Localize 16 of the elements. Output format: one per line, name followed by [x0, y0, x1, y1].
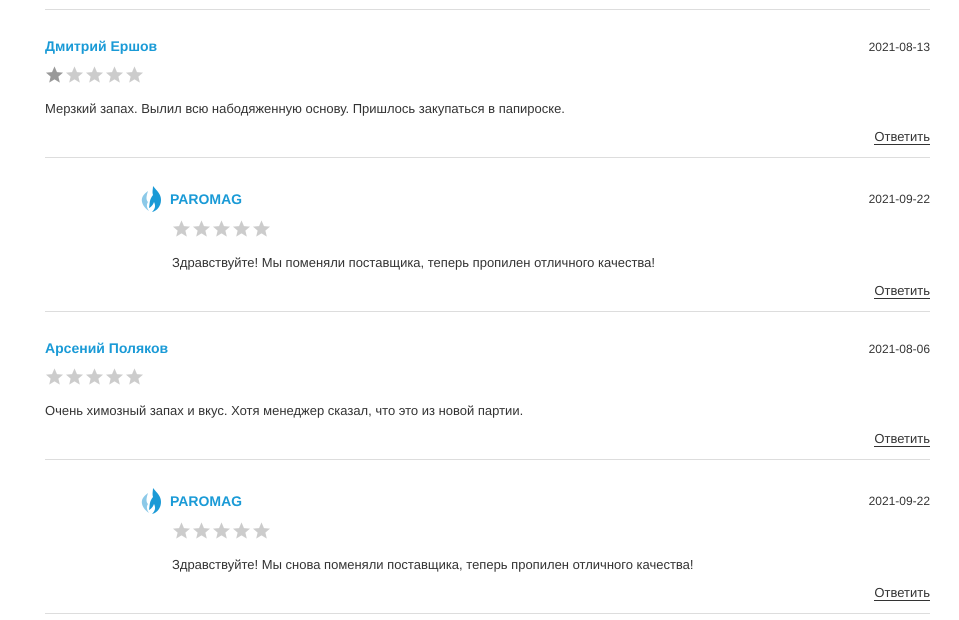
author-name: Арсений Поляков [45, 339, 168, 358]
reply-link[interactable]: Ответить [874, 431, 930, 447]
author-name: PAROMAG [170, 190, 242, 208]
review-date: 2021-09-22 [868, 191, 930, 208]
author-name: PAROMAG [170, 492, 242, 510]
review-text: Здравствуйте! Мы поменяли поставщика, теперь пропилен отличного качества! [172, 254, 656, 272]
review-date: 2021-08-06 [868, 340, 930, 358]
reply-link[interactable]: Ответить [874, 585, 930, 601]
review-text: Мерзкий запах. Вылил всю набодяженную основу. Пришлось закупаться в папироске. [45, 100, 566, 118]
review-date: 2021-09-22 [868, 493, 930, 510]
review-text: Здравствуйте! Мы снова поменяли поставщика, теперь пропилен отличного качества! [172, 556, 695, 574]
reply-link[interactable]: Ответить [874, 283, 930, 299]
reply-link[interactable]: Ответить [874, 129, 930, 145]
author-name: Дмитрий Ершов [45, 37, 158, 56]
review-date: 2021-08-13 [868, 38, 930, 56]
review-text: Очень химозный запах и вкус. Хотя менеджер сказал, что это из новой партии. [45, 402, 524, 420]
